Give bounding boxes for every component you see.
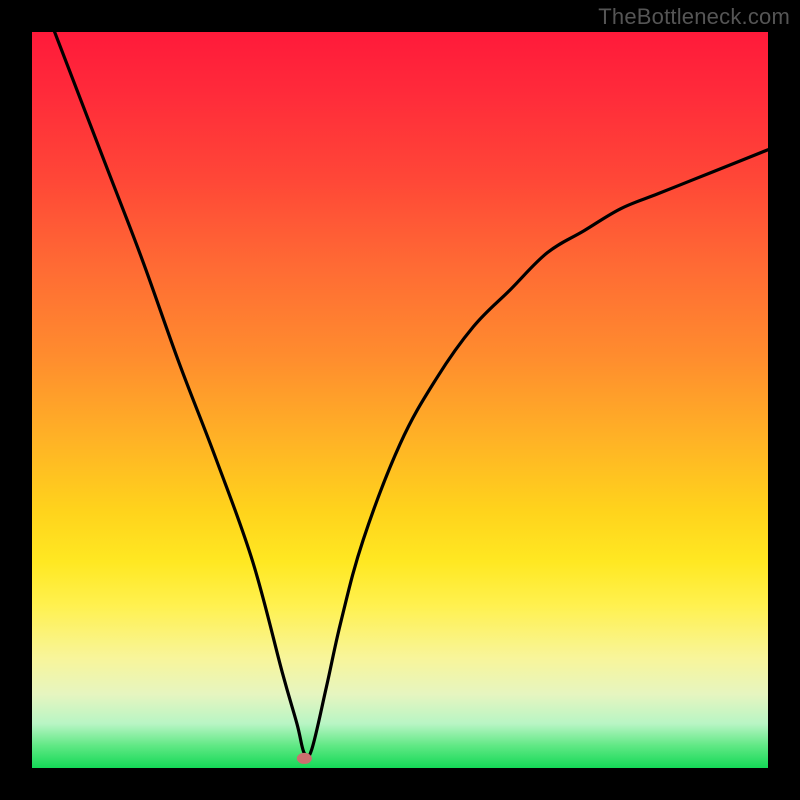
watermark-text: TheBottleneck.com bbox=[598, 4, 790, 30]
bottleneck-curve bbox=[32, 32, 768, 758]
min-marker bbox=[297, 753, 312, 764]
chart-plot-area bbox=[32, 32, 768, 768]
chart-svg bbox=[32, 32, 768, 768]
